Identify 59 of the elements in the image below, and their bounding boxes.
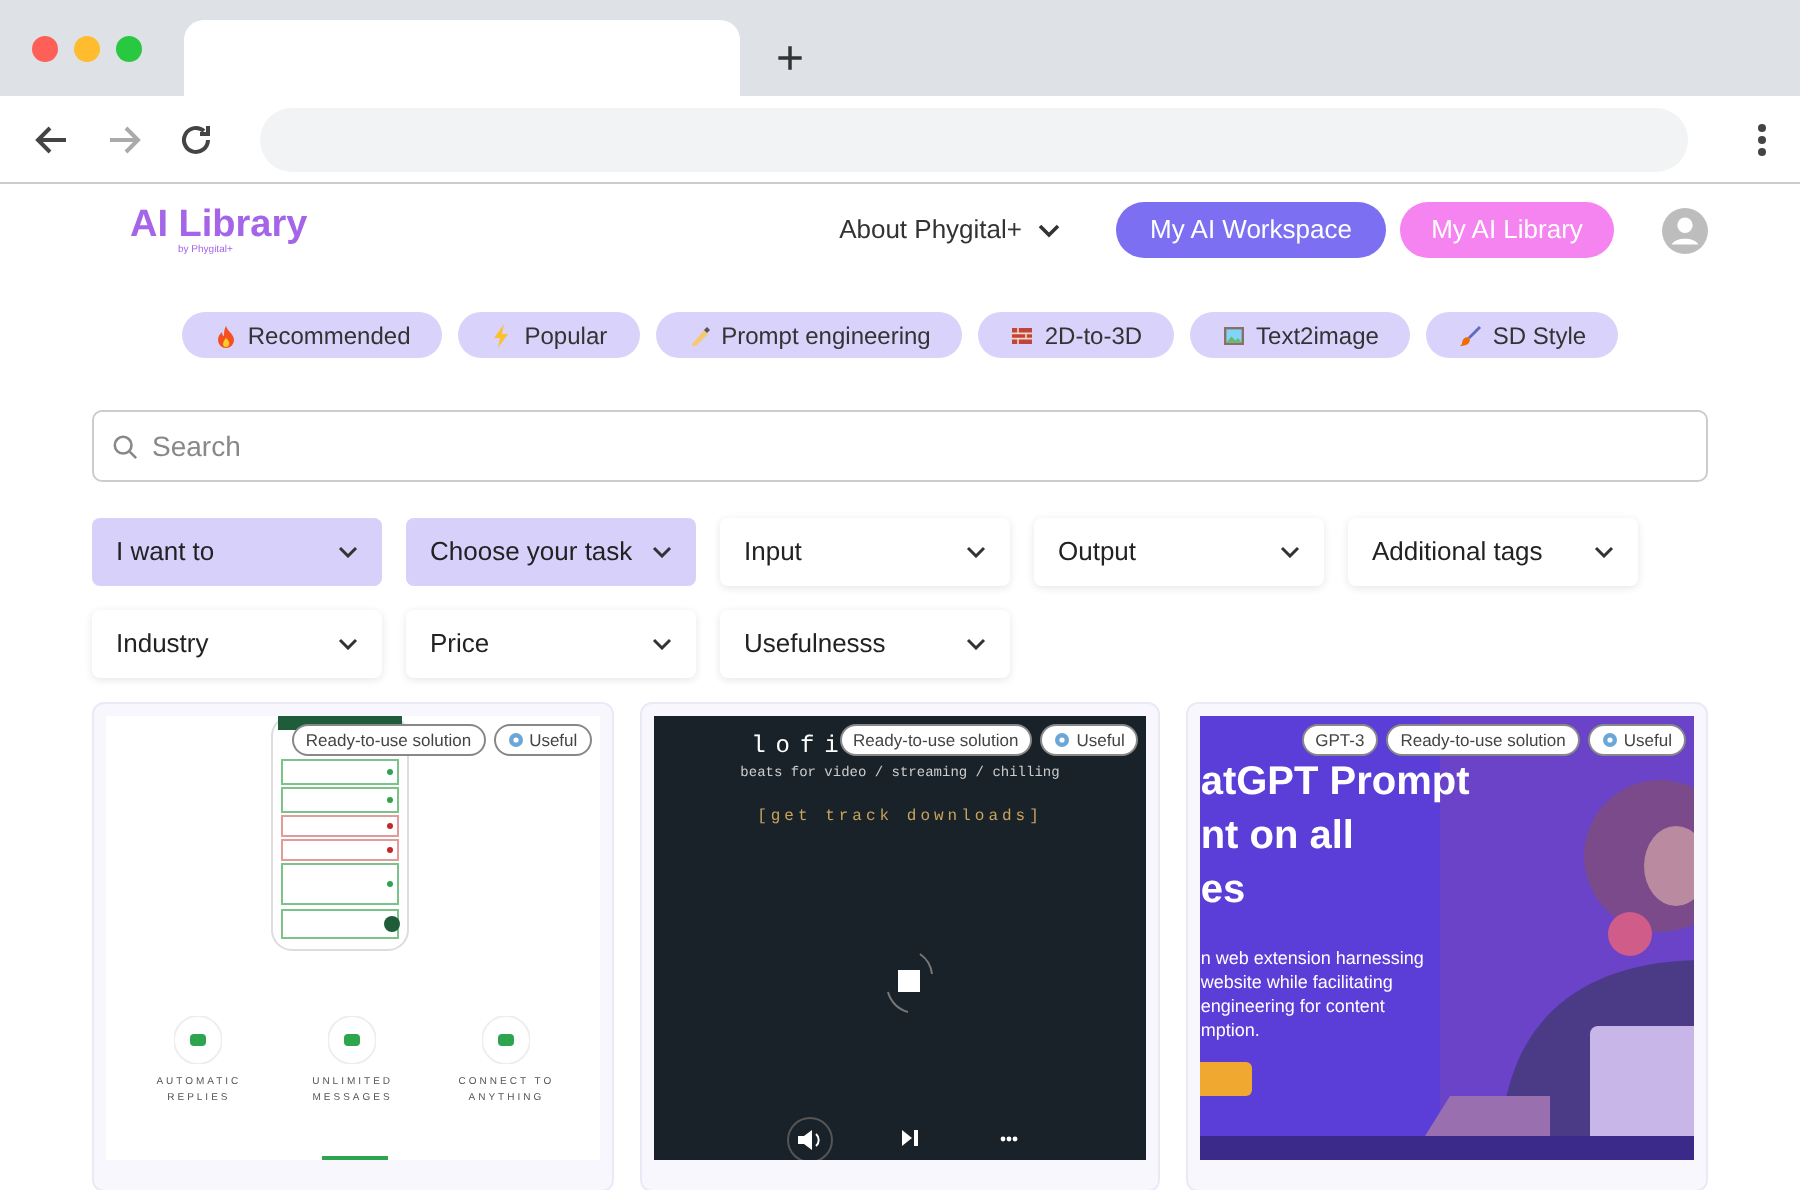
hero-text: mption.: [1200, 1018, 1262, 1042]
close-window-icon[interactable]: [32, 36, 58, 62]
about-menu[interactable]: About Phygital+: [839, 210, 1060, 250]
filter-dropdown[interactable]: Usefulnesss: [720, 610, 1010, 678]
tag: Ready-to-use solution: [839, 724, 1033, 756]
feature-icon: [482, 1016, 531, 1064]
tag: GPT-3: [1301, 724, 1379, 756]
tag: Useful: [1040, 724, 1139, 756]
tag: Useful: [1587, 724, 1686, 756]
tag: Useful: [493, 724, 592, 756]
tag: Ready-to-use solution: [291, 724, 486, 756]
filter-dropdown[interactable]: Additional tags: [1348, 518, 1638, 586]
category-chip[interactable]: 2D-to-3D: [978, 312, 1175, 358]
chevron-down-icon: [1594, 546, 1614, 558]
menu-icon[interactable]: [1756, 121, 1768, 157]
skip-icon[interactable]: [901, 1130, 918, 1146]
feature-icon: [328, 1016, 377, 1064]
cta-button[interactable]: [1200, 1062, 1253, 1096]
filter-dropdown[interactable]: Output: [1034, 518, 1324, 586]
hero-heading: es: [1200, 866, 1248, 916]
tag: Ready-to-use solution: [1386, 724, 1580, 756]
paintbrush-icon: [1458, 323, 1483, 347]
category-chip[interactable]: Prompt engineering: [655, 312, 963, 358]
chevron-down-icon: [966, 638, 986, 650]
category-chip[interactable]: Text2image: [1190, 312, 1411, 358]
hero-text: website while facilitating: [1200, 970, 1395, 994]
hero-text: engineering for content: [1200, 994, 1387, 1018]
download-link[interactable]: [get track downloads]: [757, 805, 1043, 829]
more-icon[interactable]: [999, 1136, 1018, 1142]
filter-dropdown[interactable]: Price: [406, 610, 696, 678]
chevron-down-icon: [1038, 223, 1060, 237]
logo[interactable]: AI Library: [130, 205, 308, 243]
category-chip[interactable]: SD Style: [1426, 312, 1619, 358]
new-tab-button[interactable]: +: [776, 36, 805, 84]
bricks-icon: [1010, 323, 1035, 347]
volume-icon[interactable]: [785, 1116, 834, 1160]
search-icon: [112, 434, 138, 460]
framed-picture-icon: [1222, 323, 1247, 347]
filter-dropdown[interactable]: Choose your task: [406, 518, 696, 586]
hero-text: n web extension harnessing: [1200, 946, 1426, 970]
avatar-icon[interactable]: [1662, 207, 1708, 253]
category-chip[interactable]: Recommended: [181, 312, 443, 358]
category-chip[interactable]: Popular: [458, 312, 640, 358]
chevron-down-icon: [338, 638, 358, 650]
chevron-down-icon: [652, 638, 672, 650]
filter-dropdown[interactable]: Industry: [92, 610, 382, 678]
hero-heading: atGPT Prompt: [1200, 758, 1470, 808]
chevron-down-icon: [966, 546, 986, 558]
chevron-down-icon: [1280, 546, 1300, 558]
feature-icon: [174, 1016, 223, 1064]
filter-dropdown[interactable]: Input: [720, 518, 1010, 586]
filter-dropdown[interactable]: I want to: [92, 518, 382, 586]
chevron-down-icon: [652, 546, 672, 558]
flame-icon: [213, 323, 238, 347]
workspace-button[interactable]: My AI Workspace: [1116, 202, 1386, 258]
search-field[interactable]: Search: [92, 410, 1708, 482]
hero-heading: nt on all: [1200, 812, 1356, 862]
slide-indicator: [322, 1156, 388, 1160]
chevron-down-icon: [338, 546, 358, 558]
